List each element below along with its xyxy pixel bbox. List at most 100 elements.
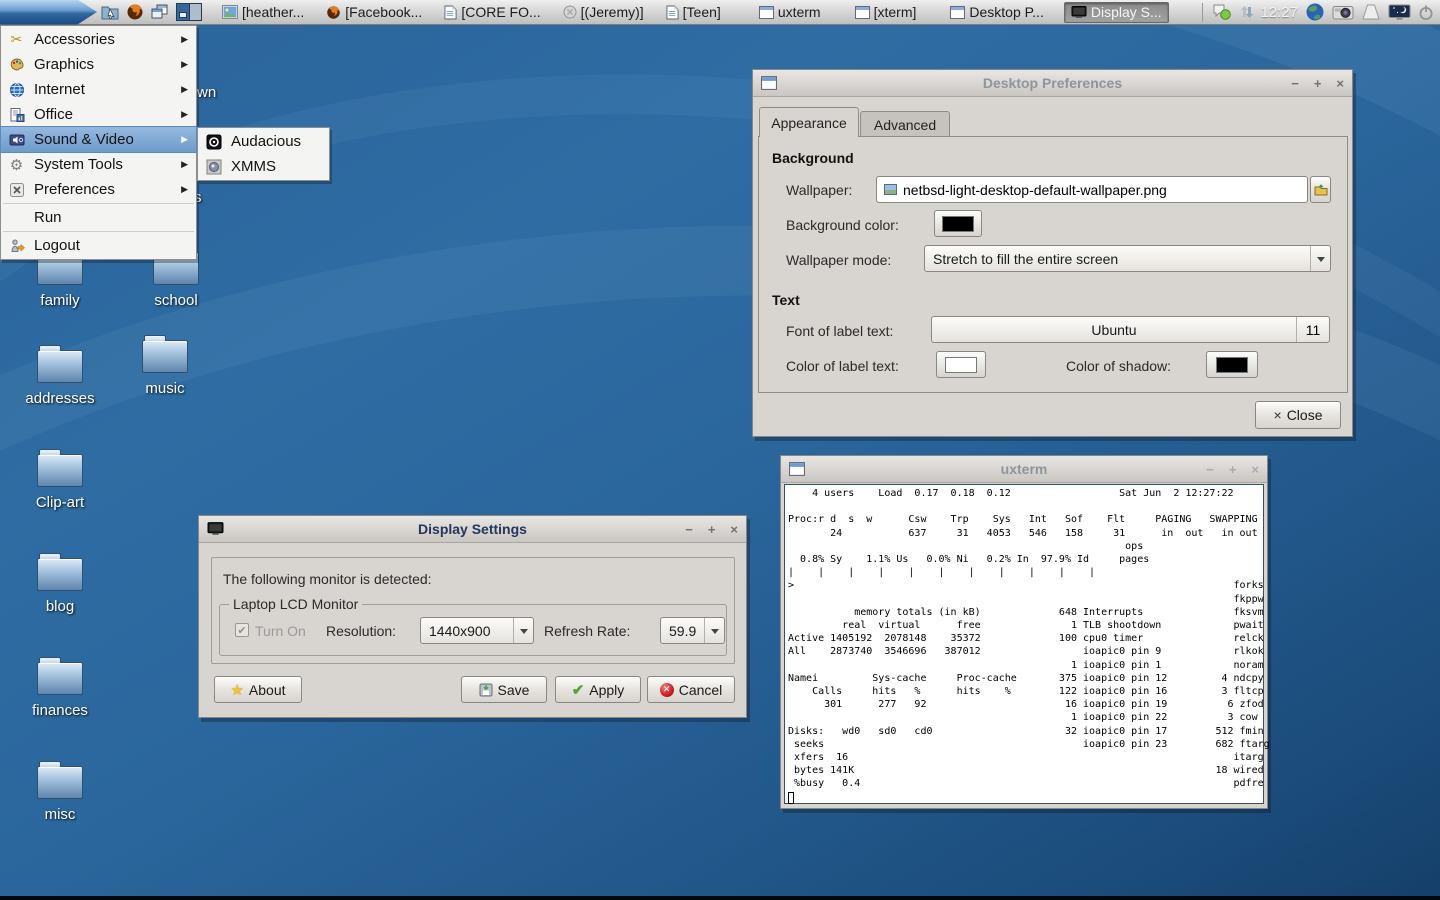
folder-icon [142,340,188,373]
menu-item-logout[interactable]: Logout [1,233,196,258]
network-activity-icon[interactable] [1239,4,1253,20]
monitor-icon [207,522,224,536]
apply-button[interactable]: ✔ Apply [555,676,641,703]
minimize-button[interactable]: − [1291,76,1299,91]
window-icon [950,6,965,19]
tab-advanced[interactable]: Advanced [860,111,950,137]
power-icon[interactable] [1418,4,1434,21]
menu-item-run[interactable]: Run [1,205,196,230]
close-button[interactable]: × [1336,76,1344,91]
refresh-rate-dropdown[interactable]: 59.9 [660,617,725,644]
maximize-button[interactable]: + [1229,462,1237,477]
lampshade-icon[interactable] [1361,4,1381,20]
titlebar[interactable]: Desktop Preferences − + × [753,70,1352,97]
menu-item-system-tools[interactable]: ⚙ System Tools ▶ [1,152,196,177]
menu-item-internet[interactable]: Internet ▶ [1,77,196,102]
start-menu-button[interactable] [0,0,97,25]
iconify-windows-launcher[interactable] [148,0,172,25]
save-icon [479,683,493,697]
desktop-icon-misc[interactable]: misc [8,766,112,823]
chat-status-icon[interactable] [1212,3,1232,21]
menu-separator [3,203,194,204]
resolution-dropdown[interactable]: 1440x900 [420,617,534,644]
menu-item-label: Office [34,106,172,123]
submenu-arrow-icon: ▶ [181,34,190,45]
titlebar[interactable]: uxterm − + × [781,456,1267,483]
task-button-desktop-preferences[interactable]: Desktop P... [944,2,1049,23]
menu-item-office[interactable]: Office ▶ [1,102,196,127]
web-globe-icon[interactable] [1305,2,1325,22]
cancel-button[interactable]: ✕ Cancel [647,676,735,703]
menu-item-label: Accessories [34,31,172,48]
menu-item-label: Graphics [34,56,172,73]
browser-icon [126,3,144,21]
folder-icon [37,558,83,591]
minimize-button[interactable]: − [1206,462,1214,477]
menu-separator [3,231,194,232]
pager-desktop-2[interactable] [189,4,201,20]
minimize-button[interactable]: − [685,522,693,537]
desktop-icon-family[interactable]: family [8,252,112,309]
task-button-uxterm[interactable]: uxterm [753,2,827,23]
window-icon [761,76,777,90]
camera-icon[interactable] [1332,4,1354,20]
task-button-teen[interactable]: [Teen] [660,2,727,23]
tab-appearance[interactable]: Appearance [759,107,859,137]
save-button[interactable]: Save [461,676,547,703]
desktop-icon-finances[interactable]: finances [8,662,112,719]
task-button-jeremy[interactable]: [(Jeremy)] [557,2,650,23]
menu-item-sound-video[interactable]: Sound & Video ▶ [1,127,196,152]
desktop-icon-label: school [154,292,197,309]
turn-on-label: Turn On [255,623,306,639]
titlebar[interactable]: Display Settings − + × [199,516,746,543]
folder-icon [37,350,83,383]
clock[interactable]: 12:27 [1260,4,1298,21]
taskbar: [heather... [Facebook... [CORE FO... [(J… [0,0,1440,25]
submenu-arrow-icon: ▶ [181,134,190,145]
menu-item-label: System Tools [34,156,172,173]
about-button[interactable]: ★ About [214,676,302,703]
monitor-groupbox: Laptop LCD Monitor ✔ Turn On Resolution:… [219,604,727,656]
submenu-arrow-icon: ▶ [181,109,190,120]
close-button[interactable]: × [730,522,738,537]
desktop-icon-school[interactable]: school [124,252,228,309]
close-button[interactable]: × [1251,462,1259,477]
menu-item-accessories[interactable]: ✂ Accessories ▶ [1,27,196,52]
task-button-core[interactable]: [CORE FO... [438,2,546,23]
monitor-detected-text: The following monitor is detected: [223,571,432,587]
task-label: [Facebook... [345,4,422,20]
close-dialog-button[interactable]: × Close [1255,401,1341,429]
desktop-icon-label: misc [45,806,76,823]
hidden-icon-label-fragment: wn [197,84,216,101]
task-button-heather[interactable]: [heather... [216,2,310,23]
window-title: Display Settings [239,521,706,537]
pager-desktop-1[interactable] [177,4,189,20]
task-button-xterm[interactable]: [xterm] [849,2,923,23]
turn-on-checkbox[interactable]: ✔ [235,623,249,637]
screen-bottom-edge [0,896,1440,900]
desktop-icon-blog[interactable]: blog [8,558,112,615]
task-button-facebook[interactable]: [Facebook... [320,2,428,23]
submenu-arrow-icon: ▶ [181,84,190,95]
menu-item-graphics[interactable]: Graphics ▶ [1,52,196,77]
desktop-pager[interactable] [176,3,202,21]
web-browser-launcher[interactable] [123,0,147,25]
menu-item-preferences[interactable]: Preferences ▶ [1,177,196,202]
apply-button-label: Apply [589,682,624,698]
submenu-item-xmms[interactable]: XMMS [198,154,329,179]
file-manager-launcher[interactable] [98,0,122,25]
maximize-button[interactable]: + [708,522,716,537]
screensaver-icon[interactable] [1388,4,1411,21]
desktop-icon-music[interactable]: music [113,340,217,397]
maximize-button[interactable]: + [1314,76,1322,91]
desktop-icon-addresses[interactable]: addresses [8,350,112,407]
submenu-item-audacious[interactable]: Audacious [198,129,329,154]
desktop-icon-label: finances [32,702,88,719]
task-button-display-settings[interactable]: Display S... [1064,2,1169,23]
check-icon: ✔ [572,681,585,699]
desktop-icon-label: Clip-art [36,494,84,511]
monitor-name: Laptop LCD Monitor [229,596,362,612]
terminal-screen[interactable]: 4 users Load 0.17 0.18 0.12 Sat Jun 2 12… [784,484,1264,804]
desktop-icon-clip-art[interactable]: Clip-art [8,454,112,511]
display-settings-window: Display Settings − + × The following mon… [198,515,747,718]
